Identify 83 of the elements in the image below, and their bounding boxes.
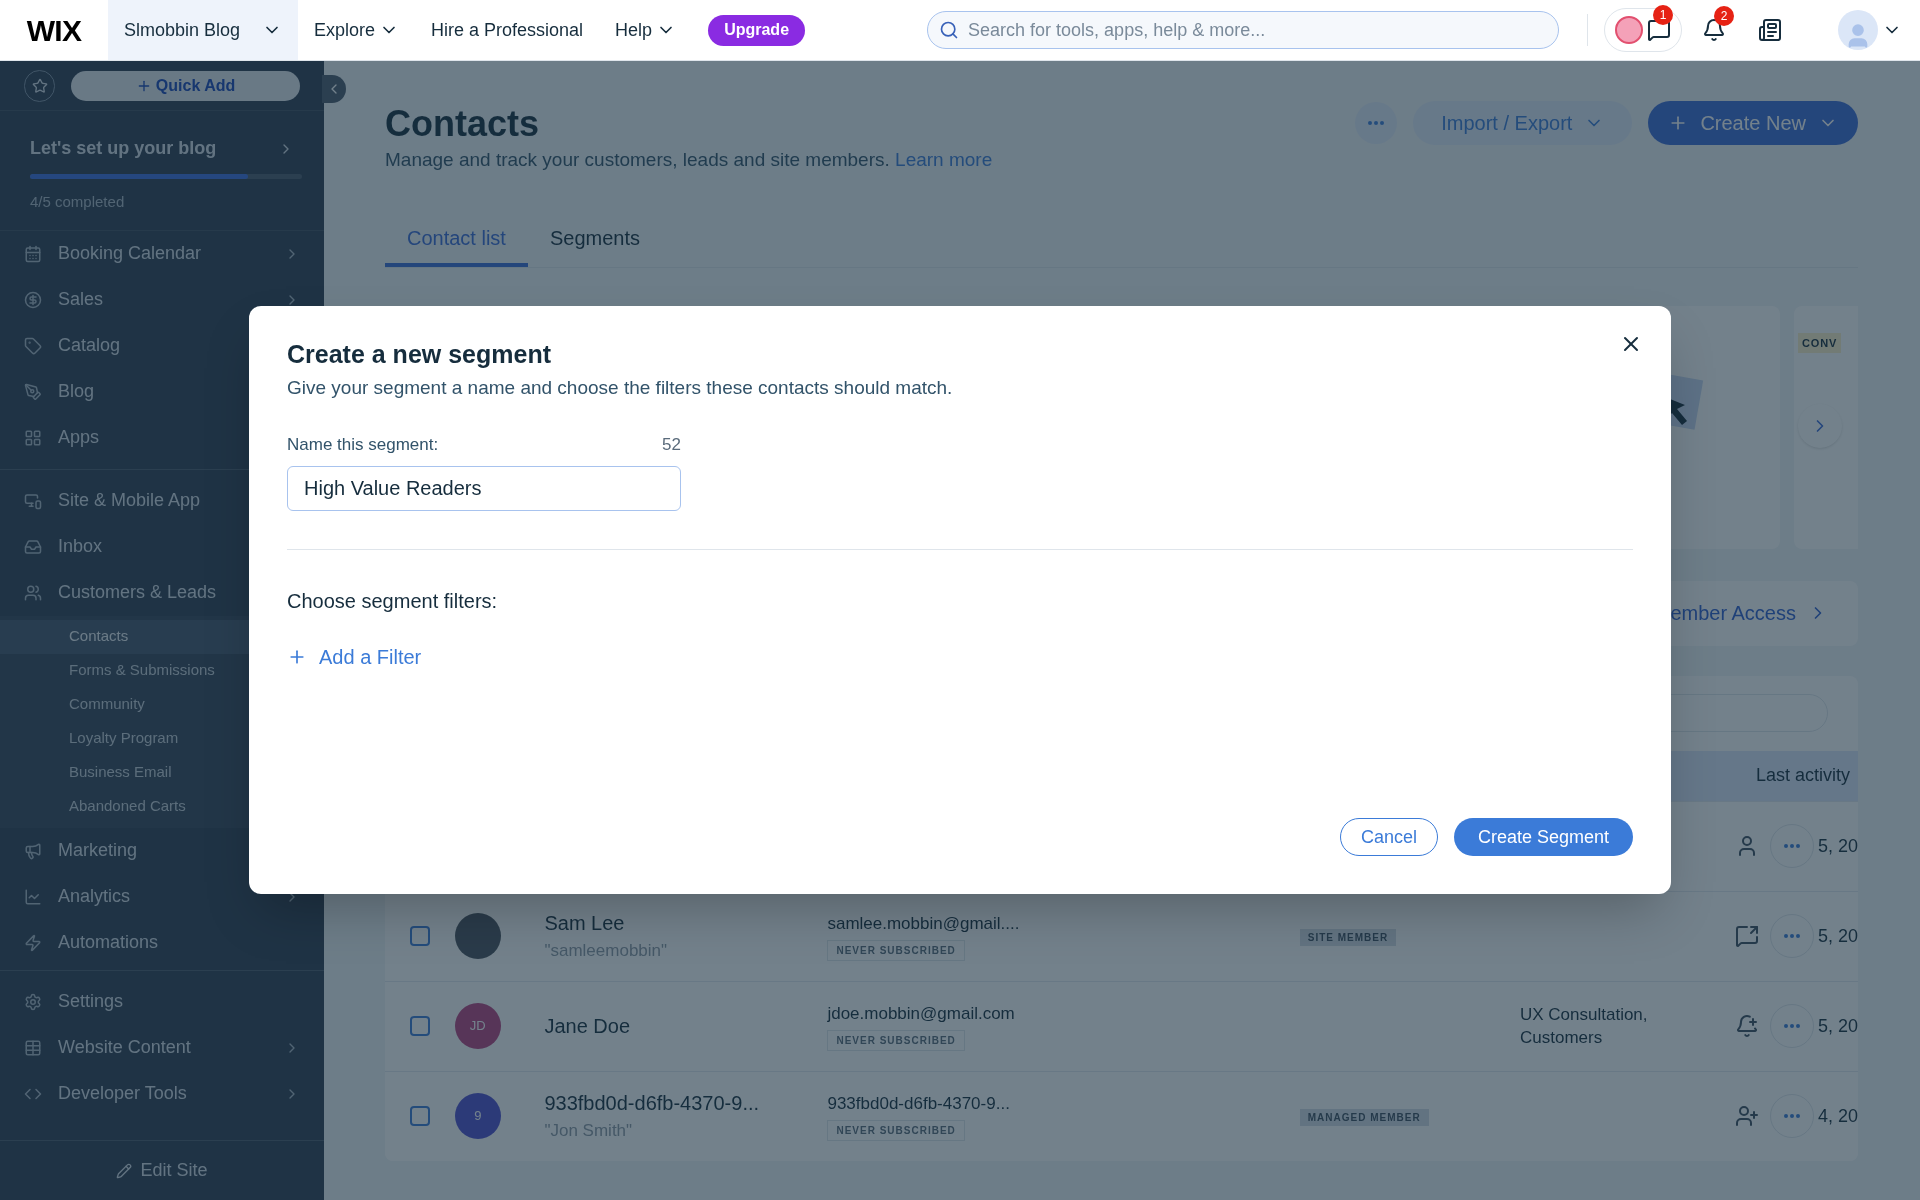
grid-icon xyxy=(24,428,42,447)
notifications-icon[interactable] xyxy=(1702,18,1727,42)
site-selector[interactable]: Slmobbin Blog xyxy=(108,0,298,60)
calendar-icon xyxy=(24,244,42,263)
import-export-button[interactable]: Import / Export xyxy=(1413,101,1633,145)
avatar-initials: JD xyxy=(454,1003,501,1049)
star-icon xyxy=(31,77,48,94)
subscription-status: NEVER SUBSCRIBED xyxy=(827,1120,965,1142)
pencil-icon xyxy=(116,1162,133,1179)
page-title: Contacts xyxy=(385,102,541,146)
wix-logo[interactable]: WIX xyxy=(0,7,108,53)
contact-name[interactable]: Sam Lee xyxy=(544,908,828,939)
contact-email: 933fbd0d-d6fb-4370-9... xyxy=(827,1092,1010,1115)
tab[interactable]: Contact list xyxy=(385,212,528,267)
filters-label: Choose segment filters: xyxy=(287,588,499,614)
contact-email: samlee.mobbin@gmail.... xyxy=(827,912,1020,935)
create-segment-button[interactable]: Create Segment xyxy=(1453,818,1633,856)
nav-menu-item[interactable]: Help xyxy=(615,16,677,44)
last-activity-date: 5, 20 xyxy=(1817,924,1858,948)
more-icon xyxy=(1784,844,1800,848)
upgrade-button[interactable]: Upgrade xyxy=(708,14,806,46)
learn-more-link[interactable]: Learn more xyxy=(895,149,993,170)
dollar-icon xyxy=(24,290,42,309)
table-icon xyxy=(24,1038,42,1057)
chart-icon xyxy=(24,887,42,906)
page-subtitle: Manage and track your customers, leads and site members. Learn more xyxy=(385,148,993,172)
chat-icon xyxy=(1647,18,1672,42)
member-tag: MANAGED MEMBER xyxy=(1299,1109,1429,1126)
collapse-sidebar-button[interactable] xyxy=(322,75,346,103)
settings-icon xyxy=(24,992,42,1011)
inbox-icon xyxy=(24,537,42,556)
sidebar-item[interactable]: Sales xyxy=(0,276,324,323)
notification-badge: 1 xyxy=(1653,5,1674,25)
people-icon xyxy=(24,583,42,602)
person-add-icon[interactable] xyxy=(1735,1104,1760,1128)
megaphone-icon xyxy=(24,841,42,860)
lightning-icon xyxy=(24,933,42,952)
more-icon xyxy=(1784,1024,1800,1028)
user-avatar[interactable] xyxy=(1838,10,1879,50)
contact-name[interactable]: Jane Doe xyxy=(544,1011,828,1041)
search-field[interactable]: Search for tools, apps, help & more... xyxy=(927,11,1560,49)
member-access-link[interactable]: ember Access xyxy=(1670,598,1828,628)
nav-menu-item[interactable]: Explore xyxy=(314,16,400,44)
tab[interactable]: Segments xyxy=(527,212,662,267)
dialog-subtitle: Give your segment a name and choose the filters these contacts should match. xyxy=(287,375,954,400)
sidebar-item[interactable]: Inbox xyxy=(0,523,324,570)
more-options-button[interactable] xyxy=(1355,102,1398,144)
pen-icon xyxy=(24,382,42,401)
last-activity-date: 5, 20 xyxy=(1817,834,1858,858)
nav-menu-item[interactable]: Hire a Professional xyxy=(431,16,584,44)
last-activity-date: 4, 20 xyxy=(1817,1104,1858,1128)
row-checkbox[interactable] xyxy=(409,1106,430,1126)
field-label: Name this segment: xyxy=(287,434,439,456)
setup-link[interactable]: Let's set up your blog xyxy=(30,135,294,162)
avatar-photo xyxy=(454,913,501,959)
sidebar-item[interactable]: Analytics xyxy=(0,873,324,920)
create-new-button[interactable]: Create New xyxy=(1648,101,1858,145)
row-checkbox[interactable] xyxy=(409,1016,430,1036)
segment-name-field[interactable]: High Value Readers xyxy=(287,465,681,511)
column-header[interactable]: Last activity xyxy=(1755,762,1858,789)
contact-name[interactable]: 933fbd0d-d6fb-4370-9... xyxy=(544,1088,828,1119)
more-icon xyxy=(1368,121,1385,125)
member-tag: SITE MEMBER xyxy=(1299,929,1397,946)
subscription-status: NEVER SUBSCRIBED xyxy=(827,1030,965,1052)
row-checkbox[interactable] xyxy=(409,926,430,946)
news-icon[interactable] xyxy=(1758,18,1783,42)
tag-icon xyxy=(24,336,42,355)
chat-icon[interactable] xyxy=(1735,924,1760,948)
notification-badge: 2 xyxy=(1714,6,1735,26)
sidebar-item[interactable]: Marketing xyxy=(0,827,324,874)
character-counter: 52 xyxy=(662,434,681,456)
promo-tag: CONV xyxy=(1798,332,1842,353)
bell-icon[interactable] xyxy=(1735,1014,1760,1038)
more-icon xyxy=(1784,1114,1800,1118)
subscription-status: NEVER SUBSCRIBED xyxy=(827,940,965,962)
avatar-initials: 9 xyxy=(454,1093,501,1139)
contact-email: jdoe.mobbin@gmail.com xyxy=(827,1002,1015,1025)
quick-add-button[interactable]: Quick Add xyxy=(71,70,300,101)
dialog-title: Create a new segment xyxy=(287,339,552,370)
last-activity-date: 5, 20 xyxy=(1817,1014,1858,1038)
devices-icon xyxy=(24,491,42,510)
more-icon xyxy=(1784,934,1800,938)
contact-labels: UX Consultation, Customers xyxy=(1520,1003,1649,1049)
